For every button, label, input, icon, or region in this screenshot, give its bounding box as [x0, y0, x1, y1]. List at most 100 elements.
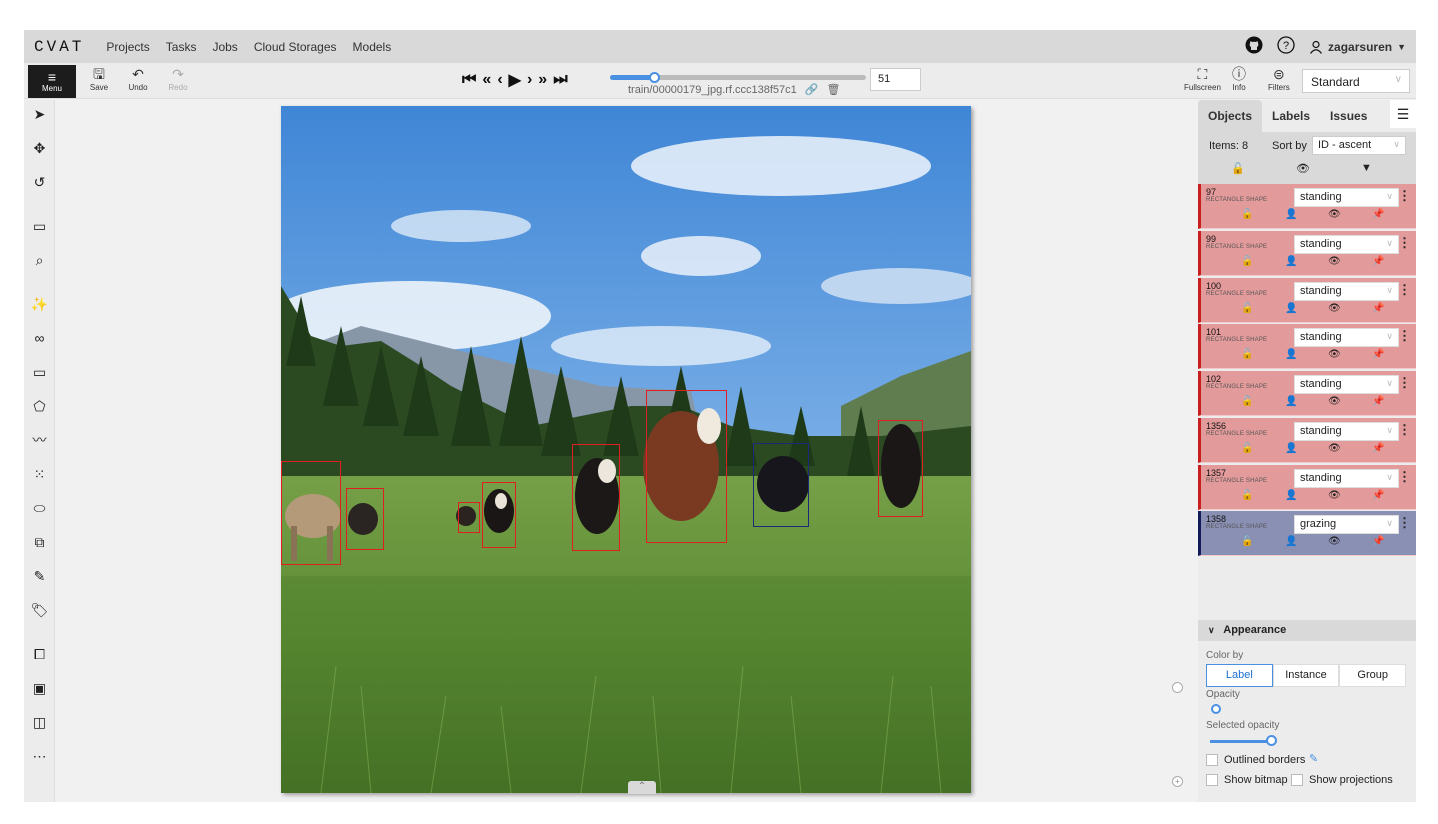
fullscreen-button[interactable]: ⛶ Fullscreen [1184, 66, 1221, 92]
object-menu-icon[interactable]: ⋮ [1398, 282, 1411, 298]
visibility-icon[interactable]: 👁 [1328, 303, 1341, 314]
more-tools-icon[interactable]: ⋯ [26, 744, 53, 768]
object-item[interactable]: 100 RECTANGLE SHAPE standing ∨ ⋮ 🔓 👤 👁 📌 [1198, 277, 1416, 323]
object-menu-icon[interactable]: ⋮ [1398, 515, 1411, 531]
lock-icon[interactable]: 🔓 [1241, 490, 1253, 501]
cvat-logo[interactable]: CVAT [34, 38, 84, 56]
tab-issues[interactable]: Issues [1320, 100, 1377, 132]
object-item[interactable]: 101 RECTANGLE SHAPE standing ∨ ⋮ 🔓 👤 👁 📌 [1198, 324, 1416, 370]
menu-button[interactable]: ≡ Menu [28, 65, 76, 98]
forward-step-icon[interactable]: » [538, 71, 547, 89]
last-frame-icon[interactable]: ⏭ [553, 71, 567, 89]
occluded-icon[interactable]: 👤 [1285, 443, 1297, 454]
annotation-canvas[interactable] [281, 106, 971, 793]
play-icon[interactable]: ▶ [509, 70, 521, 90]
draw-ellipse-icon[interactable]: ⬭ [26, 496, 53, 520]
occluded-icon[interactable]: 👤 [1285, 209, 1297, 220]
frame-slider[interactable] [610, 72, 866, 83]
bounding-box[interactable] [753, 443, 809, 527]
draw-rectangle-icon[interactable]: ▭ [26, 360, 53, 384]
occluded-icon[interactable]: 👤 [1285, 303, 1297, 314]
pin-icon[interactable]: 📌 [1372, 396, 1384, 407]
outlined-borders-checkbox[interactable] [1206, 754, 1218, 766]
collapse-sidebar-icon[interactable]: ☰ [1390, 100, 1416, 128]
info-button[interactable]: ⓘ Info [1232, 66, 1246, 92]
appearance-panel-header[interactable]: ∨ Appearance [1198, 620, 1416, 641]
tag-icon[interactable]: 🏷 [26, 598, 53, 622]
lock-icon[interactable]: 🔓 [1241, 443, 1253, 454]
split-track-icon[interactable]: ◫ [26, 710, 53, 734]
bounding-box[interactable] [646, 390, 727, 543]
ai-tools-icon[interactable]: ∞ [26, 326, 53, 350]
brush-tool-icon[interactable]: ✎ [26, 564, 53, 588]
workspace-select[interactable]: Standard ∨ [1302, 69, 1410, 93]
zoom-region-icon[interactable]: ⌕ [26, 248, 53, 272]
object-item[interactable]: 99 RECTANGLE SHAPE standing ∨ ⋮ 🔓 👤 👁 📌 [1198, 230, 1416, 276]
selected-opacity-slider[interactable] [1266, 735, 1277, 746]
redo-button[interactable]: ↷ Redo [160, 66, 196, 92]
lock-icon[interactable]: 🔓 [1241, 396, 1253, 407]
github-icon[interactable] [1245, 36, 1263, 57]
tab-objects[interactable]: Objects [1198, 100, 1263, 132]
color-by-label-option[interactable]: Label [1206, 664, 1273, 687]
merge-shapes-icon[interactable]: ⧠ [26, 642, 53, 666]
lock-icon[interactable]: 🔓 [1241, 256, 1253, 267]
expand-bottom-panel-icon[interactable]: ⌃ [628, 781, 656, 794]
lock-icon[interactable]: 🔓 [1241, 349, 1253, 360]
rotate-tool-icon[interactable]: ↺ [26, 170, 53, 194]
first-frame-icon[interactable]: ⏮ [462, 71, 476, 89]
zoom-in-icon[interactable]: + [1172, 776, 1183, 787]
save-button[interactable]: 🖫 Save [81, 66, 117, 92]
pin-icon[interactable]: 📌 [1372, 256, 1384, 267]
link-icon[interactable]: 🔗 [805, 83, 819, 96]
object-menu-icon[interactable]: ⋮ [1398, 235, 1411, 251]
object-menu-icon[interactable]: ⋮ [1398, 422, 1411, 438]
show-bitmap-checkbox[interactable] [1206, 774, 1218, 786]
object-label-select[interactable]: standing ∨ [1294, 375, 1399, 394]
pin-icon[interactable]: 📌 [1372, 209, 1384, 220]
pin-icon[interactable]: 📌 [1372, 490, 1384, 501]
opacity-slider[interactable] [1211, 704, 1221, 714]
object-label-select[interactable]: standing ∨ [1294, 234, 1399, 254]
draw-polyline-icon[interactable]: 〰 [26, 428, 53, 452]
object-menu-icon[interactable]: ⋮ [1398, 188, 1411, 204]
lock-icon[interactable]: 🔓 [1241, 536, 1253, 547]
object-item[interactable]: 97 RECTANGLE SHAPE standing ∨ ⋮ 🔓 👤 👁 📌 [1198, 184, 1416, 229]
lock-icon[interactable]: 🔓 [1241, 209, 1253, 220]
lock-icon[interactable]: 🔓 [1241, 303, 1253, 314]
color-by-instance-option[interactable]: Instance [1272, 664, 1340, 687]
color-picker-icon[interactable]: ✎ [1309, 752, 1318, 765]
pin-icon[interactable]: 📌 [1372, 349, 1384, 360]
move-tool-icon[interactable]: ✥ [26, 136, 53, 160]
occluded-icon[interactable]: 👤 [1285, 536, 1297, 547]
bounding-box[interactable] [346, 488, 384, 550]
bounding-box[interactable] [572, 444, 620, 551]
bounding-box[interactable] [281, 461, 341, 565]
visibility-icon[interactable]: 👁 [1328, 396, 1341, 407]
back-step-icon[interactable]: « [482, 71, 491, 89]
sort-select[interactable]: ID - ascent ∨ [1312, 136, 1406, 155]
frame-number-input[interactable]: 51 [870, 68, 921, 91]
frame-slider-handle[interactable] [648, 72, 660, 83]
nav-link-models[interactable]: Models [353, 40, 392, 54]
visibility-icon[interactable]: 👁 [1328, 536, 1341, 547]
color-by-group-option[interactable]: Group [1339, 664, 1407, 687]
next-frame-icon[interactable]: › [527, 71, 532, 89]
tab-labels[interactable]: Labels [1262, 100, 1320, 132]
nav-link-jobs[interactable]: Jobs [212, 40, 237, 54]
visibility-icon[interactable]: 👁 [1328, 256, 1341, 267]
undo-button[interactable]: ↶ Undo [120, 66, 156, 92]
pin-icon[interactable]: 📌 [1372, 303, 1384, 314]
pin-icon[interactable]: 📌 [1372, 536, 1384, 547]
nav-link-cloud-storages[interactable]: Cloud Storages [254, 40, 337, 54]
previous-frame-icon[interactable]: ‹ [497, 71, 502, 89]
bounding-box[interactable] [878, 420, 923, 517]
occluded-icon[interactable]: 👤 [1285, 396, 1297, 407]
object-item[interactable]: 1358 RECTANGLE SHAPE grazing ∨ ⋮ 🔓 👤 👁 📌 [1198, 511, 1416, 557]
object-item[interactable]: 102 RECTANGLE SHAPE standing ∨ ⋮ 🔓 👤 👁 📌 [1198, 371, 1416, 416]
expand-all-icon[interactable]: ▼ [1361, 162, 1372, 174]
nav-link-tasks[interactable]: Tasks [166, 40, 197, 54]
group-shapes-icon[interactable]: ▣ [26, 676, 53, 700]
fit-image-icon[interactable]: ▭ [26, 214, 53, 238]
user-menu[interactable]: zagarsuren ▼ [1309, 40, 1406, 54]
